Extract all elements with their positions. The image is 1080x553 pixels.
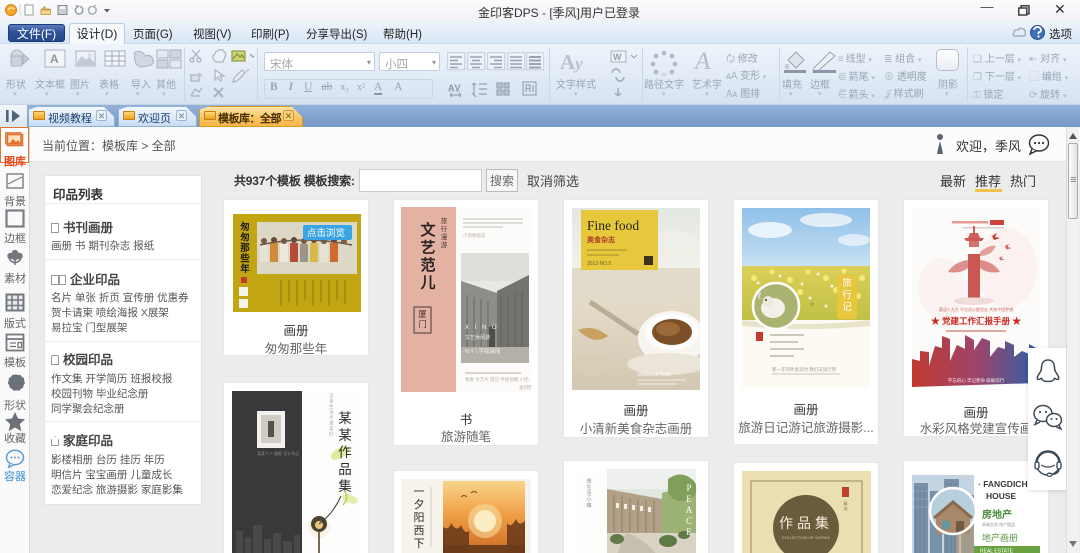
svg-text:那一年风吹麦浪时 我们去旅行吧: 那一年风吹麦浪时 我们去旅行吧 <box>772 366 837 373</box>
svg-text:★ 党建工作汇报手册 ★: ★ 党建工作汇报手册 ★ <box>931 316 1021 326</box>
svg-text:Fine food: Fine food <box>587 218 639 233</box>
svg-text:高端品质 地产楼盘: 高端品质 地产楼盘 <box>982 521 1015 527</box>
svg-text:COLLECTION OF WORKS: COLLECTION OF WORKS <box>782 535 831 540</box>
svg-text:文艺范儿: 文艺范儿 <box>419 221 436 292</box>
svg-text:精选: 精选 <box>844 500 848 511</box>
svg-text:房地产: 房地产 <box>982 508 1012 521</box>
svg-text:X I N G: X I N G <box>465 325 499 331</box>
svg-text:匆匆那些年: 匆匆那些年 <box>239 221 250 275</box>
svg-text:地产画册: 地产画册 <box>982 532 1018 543</box>
svg-text:点击浏览: 点击浏览 <box>307 227 345 239</box>
svg-text:文艺休闲游: 文艺休闲游 <box>465 334 490 341</box>
svg-text:2013 NO.5: 2013 NO.5 <box>587 261 611 267</box>
svg-text:美食杂志: 美食杂志 <box>587 235 615 244</box>
svg-text:作品集: 作品集 <box>779 515 833 531</box>
svg-text:金印客: 金印客 <box>519 384 531 391</box>
svg-text:记录生活点滴美好: 记录生活点滴美好 <box>329 392 334 438</box>
svg-text:A̲V̲: A̲V̲ <box>448 83 461 93</box>
svg-text:小资体验志: 小资体验志 <box>463 232 486 239</box>
svg-text:某某个人 摄影 设计作品: 某某个人 摄影 设计作品 <box>257 450 299 456</box>
svg-text:N Y I 手绘瑞丽: N Y I 手绘瑞丽 <box>465 347 501 355</box>
svg-text:一夕阳西下: 一夕阳西下 <box>414 486 425 550</box>
svg-text:W: W <box>613 52 622 62</box>
svg-text:HOUSE: HOUSE <box>986 491 1017 501</box>
svg-text:某某作品集: 某某作品集 <box>338 411 352 494</box>
svg-text:青春 文艺片 游记 手绘地图 小吃 人文: 青春 文艺片 游记 手绘地图 小吃 人文 <box>465 376 531 383</box>
svg-text:旅行记: 旅行记 <box>842 277 852 313</box>
svg-text:不忘初心 牢记使命 砥砺前行: 不忘初心 牢记使命 砥砺前行 <box>948 377 1005 384</box>
svg-text:Delicious Food: Delicious Food <box>638 372 671 378</box>
svg-text:慢生活小镇: 慢生活小镇 <box>586 478 591 509</box>
svg-text:REAL ESTATE: REAL ESTATE <box>980 549 1014 553</box>
svg-text:A: A <box>50 52 59 66</box>
svg-text:喜迎十九大 不忘初心跟党走 共筑中国梦想: 喜迎十九大 不忘初心跟党走 共筑中国梦想 <box>939 306 1013 312</box>
svg-text:厦门: 厦门 <box>418 309 427 329</box>
svg-text:旅行漫游: 旅行漫游 <box>441 216 448 249</box>
